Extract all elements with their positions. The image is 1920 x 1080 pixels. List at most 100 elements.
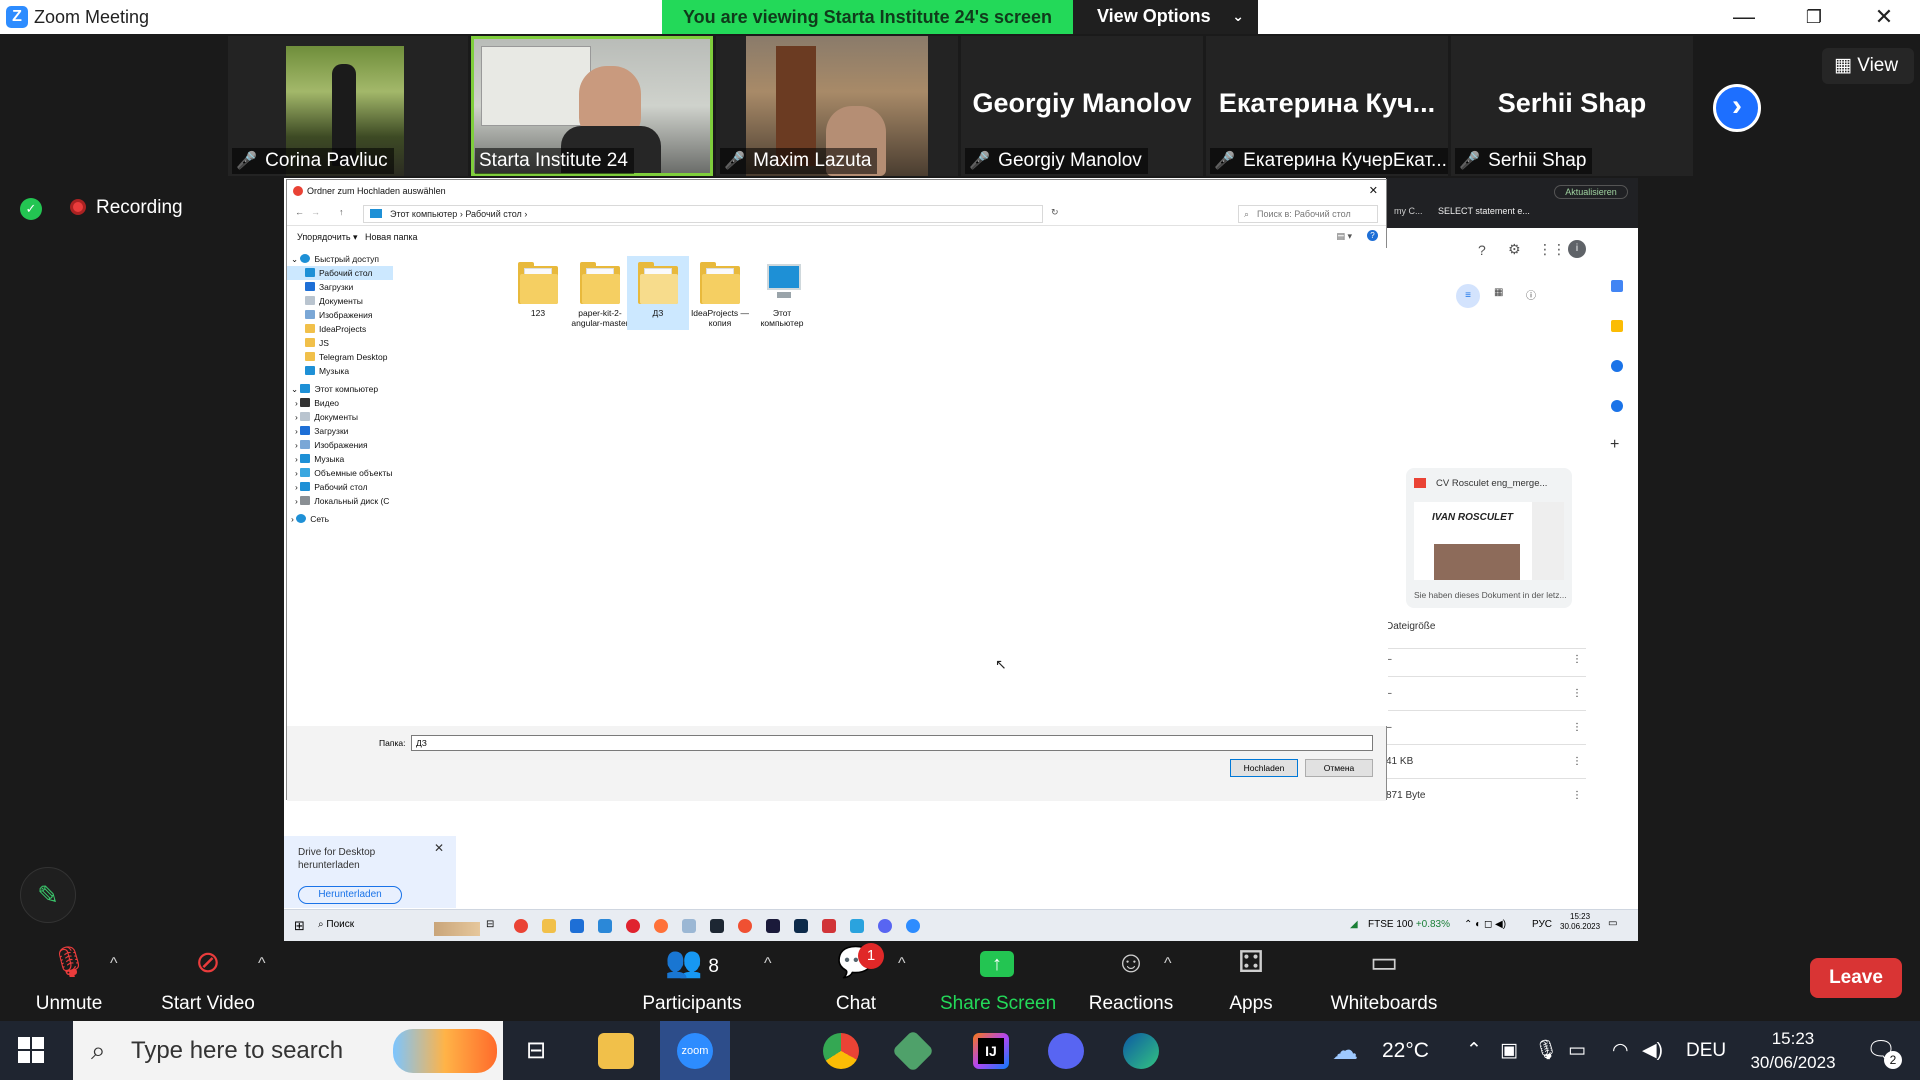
settings-gear-icon[interactable]: ⚙ xyxy=(1508,241,1521,258)
app-icon[interactable] xyxy=(891,1029,935,1073)
restore-button[interactable]: ❐ xyxy=(1784,2,1844,32)
back-arrow-icon[interactable]: ← xyxy=(295,207,304,217)
unmute-button[interactable]: 🎙 Unmute xyxy=(28,943,110,1015)
download-drive-button[interactable]: Herunterladen xyxy=(298,886,402,904)
notification-icon[interactable]: ▭ xyxy=(1608,918,1617,929)
volume-icon[interactable]: ◀) xyxy=(1642,1021,1663,1080)
intellij-icon[interactable] xyxy=(766,919,780,933)
update-chip[interactable]: Aktualisieren xyxy=(1554,185,1628,199)
nav-item[interactable]: IdeaProjects xyxy=(305,322,366,336)
leave-button[interactable]: Leave xyxy=(1810,958,1902,998)
git-icon[interactable] xyxy=(738,919,752,933)
nav-item[interactable]: Telegram Desktop xyxy=(305,350,388,364)
tasks-icon[interactable] xyxy=(1611,360,1623,372)
nav-quick-access[interactable]: ⌄ Быстрый доступ xyxy=(291,252,379,266)
weather-icon[interactable]: ☁ xyxy=(1332,1021,1358,1080)
system-tray-icons[interactable]: ⌃ ◐ ◻ ◀) xyxy=(1464,919,1506,930)
store-icon[interactable] xyxy=(570,919,584,933)
nav-this-pc[interactable]: ⌄ Этот компьютер xyxy=(291,382,378,396)
nav-item[interactable]: › Объемные объекты xyxy=(295,466,392,480)
show-hidden-icons[interactable]: ⌃ xyxy=(1466,1021,1482,1080)
upload-button[interactable]: Hochladen xyxy=(1230,759,1298,777)
share-screen-button[interactable]: ↑ Share Screen xyxy=(940,943,1056,1015)
file-explorer-icon[interactable] xyxy=(598,1033,634,1069)
folder-name-input[interactable]: ДЗ xyxy=(411,735,1373,751)
nav-item[interactable]: › Документы xyxy=(295,410,358,424)
nav-item[interactable]: Загрузки xyxy=(305,280,353,294)
dialog-close-icon[interactable]: ✕ xyxy=(1369,180,1378,202)
whiteboards-button[interactable]: ▭ Whiteboards xyxy=(1326,943,1442,1015)
mail-icon[interactable] xyxy=(598,919,612,933)
up-arrow-icon[interactable]: ↑ xyxy=(339,207,344,217)
keep-icon[interactable] xyxy=(1611,320,1623,332)
help-icon[interactable]: ? xyxy=(1367,230,1378,241)
more-options-icon[interactable]: ⋮ xyxy=(1572,722,1582,733)
participant-tile[interactable]: Serhii Shap 🎤 Serhii Shap xyxy=(1451,36,1693,176)
annotate-pencil-icon[interactable]: ✎ xyxy=(20,867,76,923)
organize-button[interactable]: Упорядочить ▾ xyxy=(297,232,358,243)
nav-item[interactable]: Изображения xyxy=(305,308,372,322)
meet-now-icon[interactable]: ▣ xyxy=(1500,1021,1518,1080)
app-icon[interactable] xyxy=(822,919,836,933)
forward-arrow-icon[interactable]: → xyxy=(311,207,320,217)
nav-item[interactable]: › Локальный диск (C xyxy=(295,494,389,508)
nav-item[interactable]: › Изображения xyxy=(295,438,368,452)
view-layout-button[interactable]: ▦ View xyxy=(1822,48,1914,84)
telegram-icon[interactable] xyxy=(850,919,864,933)
folder-item[interactable]: paper-kit-2-angular-master xyxy=(569,256,631,330)
apps-button[interactable]: ⚃ Apps xyxy=(1220,943,1282,1015)
suggested-file-card[interactable]: CV Rosculet eng_merge... IVAN ROSCULET S… xyxy=(1406,468,1572,608)
nav-item[interactable]: Документы xyxy=(305,294,363,308)
chrome-icon[interactable] xyxy=(514,919,528,933)
battery-icon[interactable]: ▭ xyxy=(1568,1021,1586,1080)
weather-temperature[interactable]: 22°C xyxy=(1382,1021,1429,1080)
refresh-icon[interactable]: ↻ xyxy=(1051,207,1059,218)
wifi-icon[interactable]: ◠ xyxy=(1612,1021,1629,1080)
browser-tab[interactable]: SELECT statement e... xyxy=(1438,206,1530,220)
clock[interactable]: 15:23 30/06/2023 xyxy=(1738,1021,1848,1080)
firefox-icon[interactable] xyxy=(654,919,668,933)
reactions-button[interactable]: ☺ Reactions xyxy=(1086,943,1176,1015)
stock-ticker[interactable]: FTSE 100 +0.83% xyxy=(1368,919,1450,930)
help-icon[interactable]: ? xyxy=(1478,242,1486,258)
folder-item-selected[interactable]: ДЗ xyxy=(627,256,689,330)
intellij-icon[interactable]: IJ xyxy=(973,1033,1009,1069)
file-explorer-icon[interactable] xyxy=(542,919,556,933)
edge-icon[interactable] xyxy=(1123,1033,1159,1069)
terminal-icon[interactable] xyxy=(794,919,808,933)
breadcrumb[interactable]: Этот компьютер › Рабочий стол › xyxy=(363,205,1043,223)
nav-item[interactable]: › Рабочий стол xyxy=(295,480,368,494)
folder-item[interactable]: IdeaProjects — копия xyxy=(689,256,751,330)
nav-item-desktop[interactable]: Рабочий стол xyxy=(287,266,393,280)
filter-icon[interactable]: ≡ xyxy=(1456,284,1480,308)
security-shield-icon[interactable]: ✓ xyxy=(20,198,42,220)
next-page-button[interactable]: › xyxy=(1713,84,1761,132)
more-options-icon[interactable]: ⋮ xyxy=(1572,790,1582,801)
zoom-icon[interactable] xyxy=(906,919,920,933)
avatar[interactable]: i xyxy=(1568,240,1586,258)
remote-search[interactable]: ⌕ Поиск xyxy=(318,919,354,930)
participant-tile[interactable]: 🎤 Corina Pavliuc xyxy=(228,36,468,176)
remote-clock[interactable]: 15:23 30.06.2023 xyxy=(1560,912,1600,932)
windows-start-icon[interactable]: ⊞ xyxy=(294,918,305,934)
chrome-icon[interactable] xyxy=(823,1033,859,1069)
nav-item[interactable]: Музыка xyxy=(305,364,349,378)
windows-start-icon[interactable] xyxy=(18,1037,44,1063)
taskbar-search-input[interactable]: ⌕ Type here to search xyxy=(73,1021,503,1080)
browser-tab[interactable]: my C... xyxy=(1394,206,1423,220)
microphone-icon[interactable]: 🎙 xyxy=(1534,1021,1558,1080)
participants-button[interactable]: 👥 8 Participants xyxy=(636,943,748,1015)
view-options-button[interactable]: View Options ⌄ xyxy=(1073,0,1258,34)
audio-options-caret[interactable]: ^ xyxy=(110,955,118,973)
chat-options-caret[interactable]: ^ xyxy=(898,955,906,973)
folder-item[interactable]: 123 xyxy=(507,256,569,330)
language-indicator[interactable]: DEU xyxy=(1686,1021,1726,1080)
search-input[interactable]: ⌕ Поиск в: Рабочий стол xyxy=(1238,205,1378,223)
nav-network[interactable]: › Сеть xyxy=(291,512,329,526)
recording-indicator[interactable]: Recording xyxy=(70,197,183,219)
grid-view-icon[interactable]: ▦ xyxy=(1494,287,1503,298)
participant-tile[interactable]: Georgiy Manolov 🎤 Georgiy Manolov xyxy=(961,36,1203,176)
this-pc-item[interactable]: Этот компьютер xyxy=(751,256,813,330)
add-addon-icon[interactable]: + xyxy=(1610,436,1619,454)
discord-icon[interactable] xyxy=(1048,1033,1084,1069)
